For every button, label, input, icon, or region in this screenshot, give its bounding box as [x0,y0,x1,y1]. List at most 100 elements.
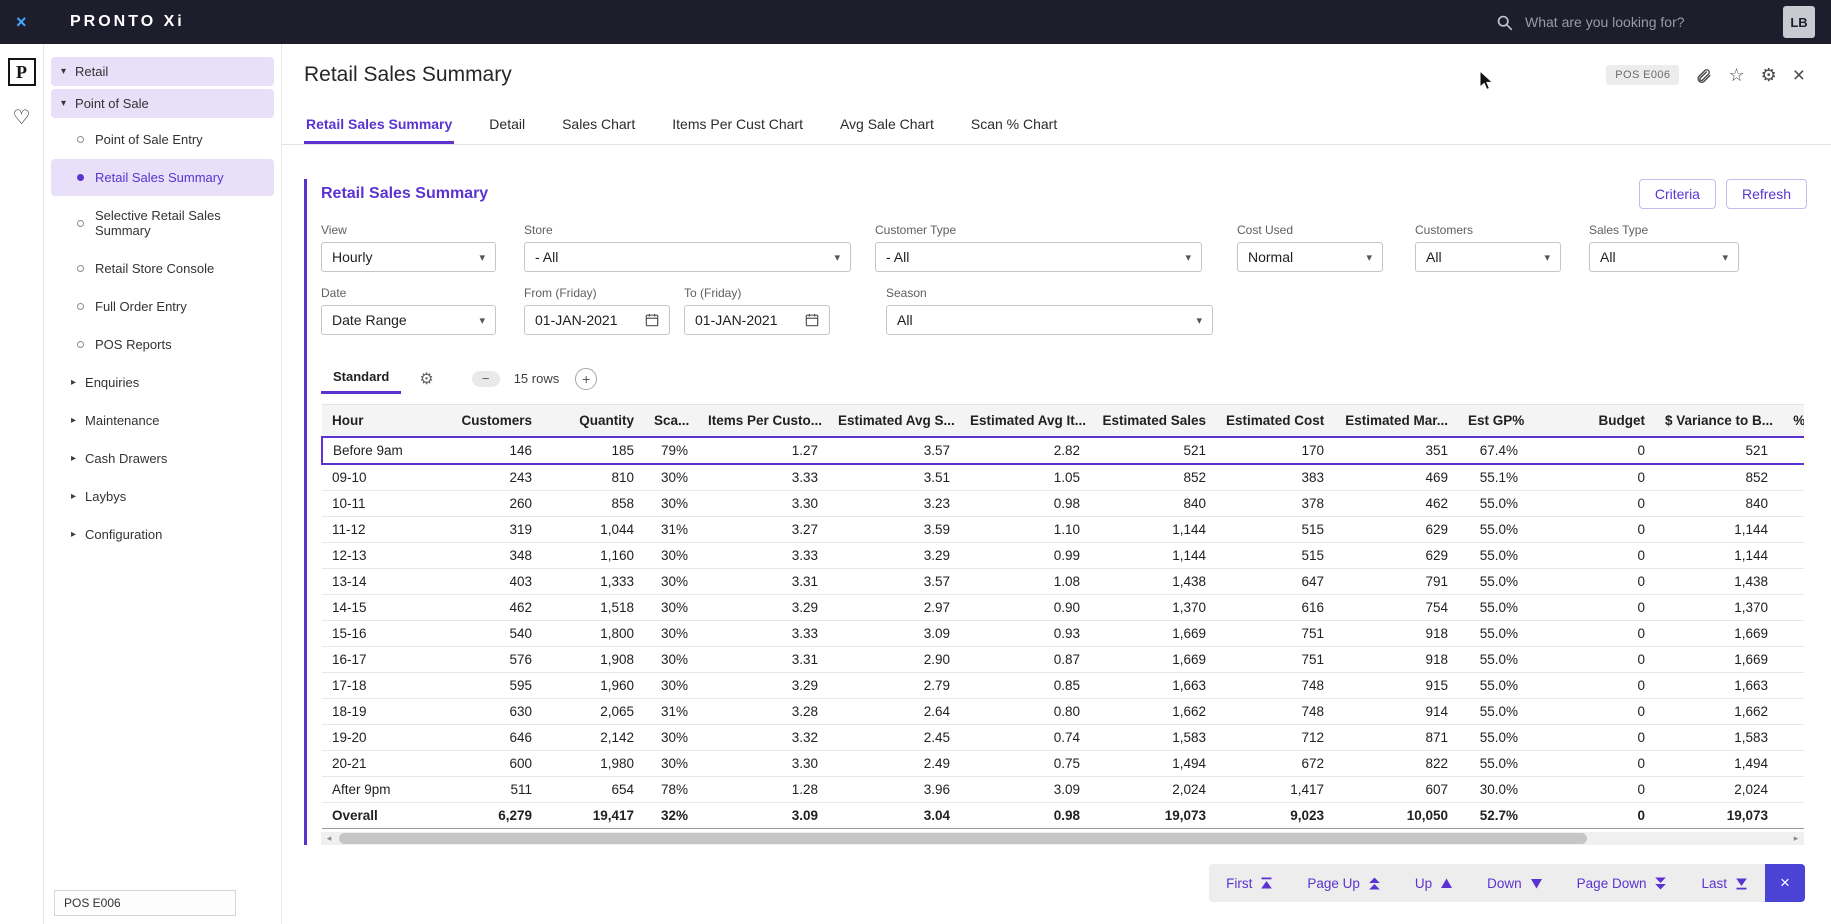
table-cell[interactable]: 840 [1090,490,1216,517]
table-cell[interactable]: 576 [442,646,542,673]
table-cell[interactable]: 2.90 [828,646,960,673]
table-cell[interactable]: 1,144 [1655,542,1778,569]
table-cell[interactable]: 1.28 [698,776,828,803]
table-cell[interactable]: 30% [644,490,698,517]
table-cell[interactable]: 0.99 [960,542,1090,569]
table-cell[interactable]: 09-10 [322,464,442,491]
table-cell[interactable]: 2.45 [828,724,960,751]
table-cell[interactable]: 55.0% [1458,568,1528,595]
table-cell[interactable]: 1.05 [960,464,1090,491]
table-cell[interactable]: 1,669 [1090,620,1216,647]
date-to-input[interactable]: 01-JAN-2021 [684,305,830,335]
table-cell[interactable] [1778,646,1804,673]
date-mode-select[interactable]: Date Range ▾ [321,305,496,335]
table-cell[interactable]: 14-15 [322,594,442,621]
table-cell[interactable]: 852 [1090,464,1216,491]
table-cell[interactable]: 3.96 [828,776,960,803]
table-cell[interactable]: 3.33 [698,620,828,647]
table-cell[interactable]: 521 [1090,436,1216,465]
table-cell[interactable]: 607 [1334,776,1458,803]
table-cell[interactable]: 10-11 [322,490,442,517]
table-cell[interactable]: 30% [644,750,698,777]
page-down-button[interactable]: Page Down [1560,864,1685,902]
table-cell[interactable]: 0 [1528,436,1655,465]
table-cell[interactable]: 871 [1334,724,1458,751]
table-cell[interactable] [1778,542,1804,569]
tab-detail[interactable]: Detail [487,104,527,144]
pos-module-icon[interactable]: P [7,58,36,86]
table-cell[interactable]: 3.31 [698,646,828,673]
grid-settings-gear-icon[interactable]: ⚙ [419,369,433,389]
table-cell[interactable] [1778,672,1804,699]
table-cell[interactable]: 672 [1216,750,1334,777]
table-cell[interactable]: 918 [1334,620,1458,647]
table-cell[interactable]: 67.4% [1458,436,1528,465]
table-cell[interactable]: 0.93 [960,620,1090,647]
column-header[interactable]: Customers [442,404,542,438]
table-cell[interactable]: 0 [1528,724,1655,751]
table-cell[interactable]: 55.0% [1458,594,1528,621]
sidebar-group-enquiries[interactable]: ▸ Enquiries [51,364,274,401]
table-cell[interactable]: 0 [1528,776,1655,803]
table-row[interactable]: 17-18 595 1,960 30% 3.29 2.79 0.85 1,663 748 915 5… [322,672,1804,699]
table-cell[interactable]: 1,438 [1655,568,1778,595]
table-cell[interactable]: 1,908 [542,646,644,673]
table-cell[interactable]: 55.0% [1458,646,1528,673]
table-cell[interactable]: 0.87 [960,646,1090,673]
table-cell[interactable]: 0 [1528,516,1655,543]
table-cell[interactable]: 30% [644,724,698,751]
table-cell[interactable]: 748 [1216,698,1334,725]
calendar-icon[interactable] [805,313,819,327]
table-cell[interactable]: 654 [542,776,644,803]
table-cell[interactable]: 469 [1334,464,1458,491]
tab-sales-chart[interactable]: Sales Chart [560,104,637,144]
table-cell[interactable]: 616 [1216,594,1334,621]
table-cell[interactable]: 16-17 [322,646,442,673]
table-cell[interactable]: 30% [644,620,698,647]
table-cell[interactable]: 0 [1528,464,1655,491]
table-cell[interactable]: 2.49 [828,750,960,777]
table-cell[interactable]: 55.0% [1458,672,1528,699]
table-cell[interactable]: 1,438 [1090,568,1216,595]
table-cell[interactable]: 540 [442,620,542,647]
table-cell[interactable]: 3.27 [698,516,828,543]
table-cell[interactable]: 1,160 [542,542,644,569]
tab-retail-sales-summary[interactable]: Retail Sales Summary [304,104,455,144]
last-button[interactable]: Last [1684,864,1765,902]
table-cell[interactable]: 1.10 [960,516,1090,543]
table-cell[interactable]: 600 [442,750,542,777]
column-header[interactable]: Items Per Custo... [698,404,828,438]
table-cell[interactable]: 1,417 [1216,776,1334,803]
table-cell[interactable]: 30.0% [1458,776,1528,803]
table-cell[interactable]: 0 [1528,750,1655,777]
table-cell[interactable] [1778,620,1804,647]
table-cell[interactable]: 18-19 [322,698,442,725]
table-cell[interactable] [1778,594,1804,621]
sidebar-group-maintenance[interactable]: ▸ Maintenance [51,402,274,439]
table-cell[interactable]: 915 [1334,672,1458,699]
table-row[interactable]: 13-14 403 1,333 30% 3.31 3.57 1.08 1,438 647 791 5… [322,568,1804,595]
column-header[interactable]: % V... [1778,404,1804,438]
table-cell[interactable]: 0.74 [960,724,1090,751]
sidebar-item-point-of-sale-entry[interactable]: Point of Sale Entry [51,121,274,158]
tab-items-per-cust-chart[interactable]: Items Per Cust Chart [670,104,805,144]
refresh-button[interactable]: Refresh [1725,179,1807,209]
grid-view-tab-standard[interactable]: Standard [321,363,402,394]
table-cell[interactable]: 31% [644,698,698,725]
table-cell[interactable] [1778,776,1804,803]
table-cell[interactable]: 810 [542,464,644,491]
table-cell[interactable]: 515 [1216,516,1334,543]
table-row[interactable]: 11-12 319 1,044 31% 3.27 3.59 1.10 1,144 515 629 5… [322,516,1804,543]
table-cell[interactable]: 378 [1216,490,1334,517]
table-cell[interactable]: 260 [442,490,542,517]
table-cell[interactable]: 1,144 [1090,542,1216,569]
scroll-left-arrow-icon[interactable]: ◂ [321,832,337,845]
table-cell[interactable]: 0 [1528,490,1655,517]
table-cell[interactable]: 3.51 [828,464,960,491]
table-cell[interactable]: 3.31 [698,568,828,595]
table-row[interactable]: Before 9am 146 185 79% 1.27 3.57 2.82 521 170 351… [321,436,1804,465]
close-screen-icon[interactable]: × [1793,65,1805,86]
favourite-star-icon[interactable]: ☆ [1728,66,1744,84]
table-row[interactable]: 18-19 630 2,065 31% 3.28 2.64 0.80 1,662 748 914 5… [322,698,1804,725]
table-cell[interactable]: 3.29 [828,542,960,569]
